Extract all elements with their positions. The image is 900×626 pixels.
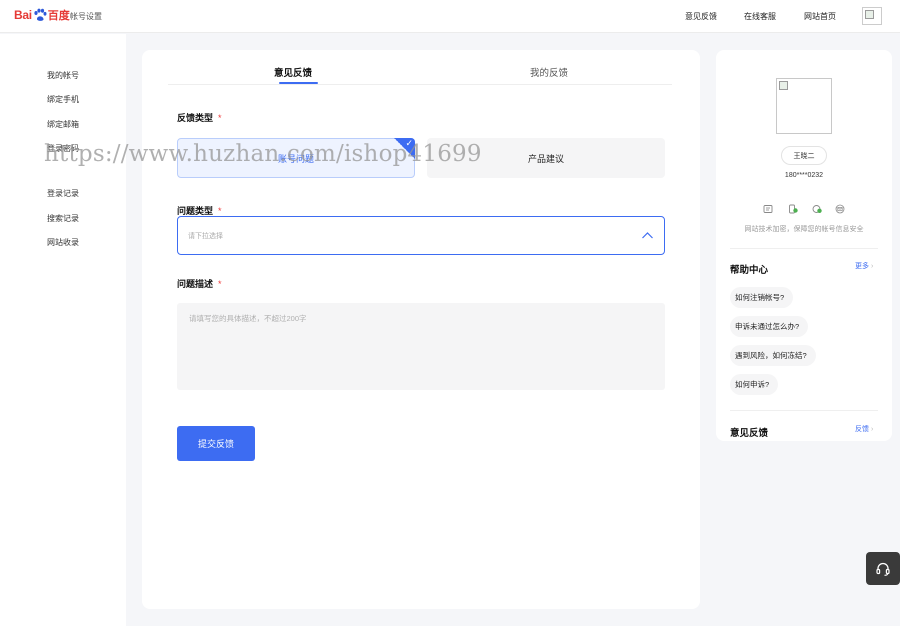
phone-verified-icon[interactable] [788,204,798,214]
feedback-section-title: 意见反馈 [730,428,769,439]
help-more-link[interactable]: 更多 › [855,261,873,271]
feedback-type-label-text: 反馈类型 [177,113,214,123]
issue-type-select[interactable]: 请下拉选择 [177,216,665,255]
nav-home[interactable]: 网站首页 [804,11,836,22]
faq-item[interactable]: 如何注销帐号? [730,287,794,308]
password-verified-icon[interactable] [812,204,822,214]
watermark: https://www.huzhan.com/ishop41699 [44,141,482,167]
description-label: 问题描述 * [177,277,222,290]
security-text: 网站技术加密，保障您的帐号信息安全 [744,226,864,233]
sidebar-item-site-index[interactable]: 网站收录 [47,237,79,248]
help-more-text: 更多 [855,263,869,270]
issue-type-placeholder: 请下拉选择 [188,233,223,240]
nav-online-service[interactable]: 在线客服 [744,11,776,22]
required-mark: * [218,206,222,216]
chevron-right-icon: › [871,263,874,270]
profile-name: 王晓二 [781,146,827,165]
profile-avatar[interactable] [776,78,832,134]
site-title: 帐号设置 [70,12,102,21]
mail-icon[interactable] [835,204,845,214]
sidebar-item-search-records[interactable]: 搜索记录 [47,213,79,224]
tab-my-feedback[interactable]: 我的反馈 [530,65,568,79]
sidebar-item-bind-email[interactable]: 绑定邮箱 [47,119,79,130]
help-center-title: 帮助中心 [730,265,769,276]
profile-phone: 180****0232 [784,172,824,179]
issue-type-label-text: 问题类型 [177,206,214,216]
tab-divider [168,84,672,85]
baidu-logo[interactable]: Bai 百度 [14,6,70,24]
user-avatar[interactable] [862,7,882,25]
paw-icon [34,8,47,21]
logo-text: Bai [14,8,32,22]
type-option-suggestion-label: 产品建议 [527,153,564,164]
description-label-text: 问题描述 [177,279,214,289]
sidebar-item-login-records[interactable]: 登录记录 [47,188,79,199]
faq-item[interactable]: 遇到风险，如何冻结? [730,345,816,366]
id-card-icon[interactable] [763,204,773,214]
divider [730,248,878,249]
sidebar-item-account[interactable]: 我的帐号 [47,70,79,81]
tab-active-indicator [279,82,318,84]
description-textarea[interactable] [177,303,665,390]
sidebar-item-bind-phone[interactable]: 绑定手机 [47,94,79,105]
faq-item[interactable]: 如何申诉? [730,374,779,395]
logo-cn-text: 百度 [47,10,70,22]
customer-service-button[interactable] [866,552,900,585]
nav-feedback[interactable]: 意见反馈 [685,11,717,22]
divider [730,410,878,411]
top-bar: Bai 百度 帐号设置 意见反馈 在线客服 网站首页 [0,0,900,33]
feedback-type-label: 反馈类型 * [177,111,222,124]
required-mark: * [218,113,222,123]
required-mark: * [218,279,222,289]
headset-icon [876,562,890,576]
chevron-up-icon [642,232,653,239]
feedback-link[interactable]: 反馈 › [855,424,873,434]
tab-feedback[interactable]: 意见反馈 [274,65,312,79]
feedback-link-text: 反馈 [855,426,869,433]
chevron-right-icon: › [871,426,874,433]
faq-item[interactable]: 申诉未通过怎么办? [730,316,809,337]
submit-feedback-button[interactable]: 提交反馈 [177,426,255,461]
